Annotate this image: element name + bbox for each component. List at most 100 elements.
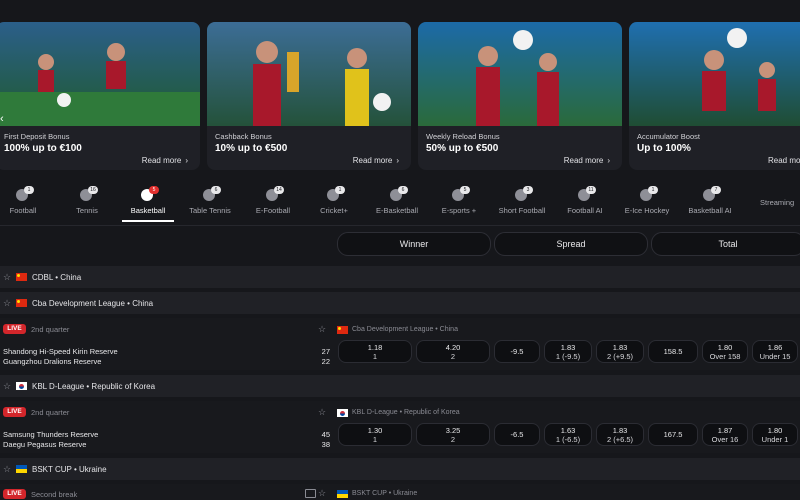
star-icon[interactable]: ☆ — [3, 381, 11, 391]
odds-button[interactable]: 1.63 1 (-6.5) — [544, 423, 592, 446]
count-badge: 14 — [274, 186, 284, 194]
star-icon[interactable]: ☆ — [3, 298, 11, 308]
tab-label: E-sports + — [441, 206, 477, 215]
table-tennis-icon: 6 — [201, 186, 221, 202]
odds-button[interactable]: 1.83 2 (+9.5) — [596, 340, 644, 363]
home-score: 45 — [321, 430, 330, 439]
tab-tennis[interactable]: 16 Tennis — [64, 180, 110, 222]
odds-label: Over 158 — [709, 352, 741, 361]
odds-button[interactable]: 1.86 Under 15 — [752, 340, 798, 363]
star-icon[interactable]: ☆ — [318, 488, 326, 499]
promo-card-first-deposit[interactable]: First Deposit Bonus 100% up to €100 Read… — [0, 22, 200, 170]
tab-e-sports[interactable]: 5 E-sports + — [436, 180, 482, 222]
odds-value: -6.5 — [510, 430, 524, 439]
tab-basketball-ai[interactable]: 7 Basketball AI — [684, 180, 736, 222]
league-header[interactable]: ☆ KBL D-League • Republic of Korea — [0, 375, 800, 397]
odds-button[interactable]: 1.87 Over 16 — [702, 423, 748, 446]
odds-button[interactable]: 1.30 1 — [338, 423, 412, 446]
stream-icon[interactable] — [305, 489, 316, 498]
odds-label: 2 (+9.5) — [606, 352, 634, 361]
ukraine-flag-icon — [16, 465, 27, 473]
promo-card-cashback[interactable]: Cashback Bonus 10% up to €500 Read more › — [207, 22, 411, 170]
promo-card-accumulator[interactable]: Accumulator Boost Up to 100% Read more› — [629, 22, 800, 170]
away-score: 38 — [321, 440, 330, 449]
tab-cricket[interactable]: 1 Cricket+ — [312, 180, 356, 222]
chevron-right-icon: › — [607, 156, 610, 165]
read-more-link[interactable]: Read more› — [142, 156, 188, 165]
football-icon: 1 — [14, 186, 34, 202]
total-line: 158.5 — [648, 340, 698, 363]
chevron-right-icon: › — [185, 156, 188, 165]
odds-button[interactable]: 1.83 1 (-9.5) — [544, 340, 592, 363]
read-more-link[interactable]: Read more› — [353, 156, 399, 165]
league-header[interactable]: ☆ Cba Development League • China — [0, 292, 800, 314]
star-icon[interactable]: ☆ — [3, 464, 11, 474]
tab-label: Streaming — [760, 198, 795, 207]
odds-button[interactable]: 3.25 2 — [416, 423, 490, 446]
odds-button[interactable]: 1.18 1 — [338, 340, 412, 363]
league-header[interactable]: ☆ BSKT CUP • Ukraine — [0, 458, 800, 480]
basketball-ai-icon: 7 — [701, 186, 721, 202]
tab-label: Cricket+ — [320, 206, 348, 215]
star-icon[interactable]: ☆ — [3, 272, 11, 282]
odds-value: 158.5 — [663, 347, 683, 356]
count-badge: 1 — [24, 186, 34, 194]
match-league: Cba Development League • China — [352, 326, 458, 333]
korea-flag-icon — [337, 409, 348, 417]
market-winner-button[interactable]: Winner — [337, 232, 491, 256]
tab-e-ice-hockey[interactable]: 1 E-Ice Hockey — [622, 180, 672, 222]
tab-streaming[interactable]: Streaming — [760, 180, 800, 222]
promo-title: Cashback Bonus — [215, 132, 272, 141]
tab-short-football[interactable]: 3 Short Football — [494, 180, 550, 222]
promo-image — [418, 22, 622, 126]
match-row[interactable]: LIVE Second break ☆ BSKT CUP • Ukraine — [0, 484, 800, 500]
total-line: 167.5 — [648, 423, 698, 446]
league-header[interactable]: ☆ CDBL • China — [0, 266, 800, 288]
count-badge: 6 — [398, 186, 408, 194]
count-badge: 1 — [648, 186, 658, 194]
odds-label: 1 (-9.5) — [555, 352, 581, 361]
away-score: 22 — [321, 357, 330, 366]
korea-flag-icon — [16, 382, 27, 390]
read-more-link[interactable]: Read more› — [768, 156, 800, 165]
odds-label: 1 — [372, 352, 378, 361]
e-football-icon: 14 — [264, 186, 284, 202]
tab-basketball[interactable]: 5 Basketball — [120, 180, 176, 222]
promo-title: Weekly Reload Bonus — [426, 132, 500, 141]
odds-value: 167.5 — [663, 430, 683, 439]
basketball-icon: 5 — [139, 186, 159, 202]
live-badge: LIVE — [3, 489, 26, 499]
odds-value: -9.5 — [510, 347, 524, 356]
china-flag-icon — [16, 299, 27, 307]
market-total-button[interactable]: Total — [651, 232, 800, 256]
odds-button[interactable]: 4.20 2 — [416, 340, 490, 363]
match-row[interactable]: LIVE 2nd quarter Samsung Thunders Reserv… — [0, 401, 800, 453]
star-icon[interactable]: ☆ — [318, 324, 326, 335]
china-flag-icon — [16, 273, 27, 281]
odds-button[interactable]: 1.83 2 (+6.5) — [596, 423, 644, 446]
count-badge: 6 — [211, 186, 221, 194]
match-row[interactable]: LIVE 2nd quarter Shandong Hi-Speed Kirin… — [0, 318, 800, 370]
market-spread-button[interactable]: Spread — [494, 232, 648, 256]
odds-value: 1.80 — [767, 426, 783, 435]
e-basketball-icon: 6 — [388, 186, 408, 202]
odds-value: 1.63 — [560, 426, 576, 435]
read-more-link[interactable]: Read more› — [564, 156, 610, 165]
live-badge: LIVE — [3, 324, 26, 334]
match-period: 2nd quarter — [31, 325, 70, 334]
tab-football-ai[interactable]: 11 Football AI — [562, 180, 608, 222]
odds-label: Under 15 — [759, 352, 791, 361]
star-icon[interactable]: ☆ — [318, 407, 326, 418]
odds-value: 3.25 — [445, 426, 461, 435]
spread-line: -9.5 — [494, 340, 540, 363]
tab-e-basketball[interactable]: 6 E-Basketball — [370, 180, 424, 222]
odds-button[interactable]: 1.80 Under 1 — [752, 423, 798, 446]
tab-football[interactable]: 1 Football — [0, 180, 46, 222]
odds-button[interactable]: 1.80 Over 158 — [702, 340, 748, 363]
carousel-prev-icon[interactable]: ‹ — [0, 112, 10, 126]
tab-table-tennis[interactable]: 6 Table Tennis — [184, 180, 236, 222]
promo-card-weekly-reload[interactable]: Weekly Reload Bonus 50% up to €500 Read … — [418, 22, 622, 170]
tab-e-football[interactable]: 14 E-Football — [248, 180, 298, 222]
read-more-label: Read more — [563, 156, 604, 165]
promo-title: First Deposit Bonus — [4, 132, 70, 141]
